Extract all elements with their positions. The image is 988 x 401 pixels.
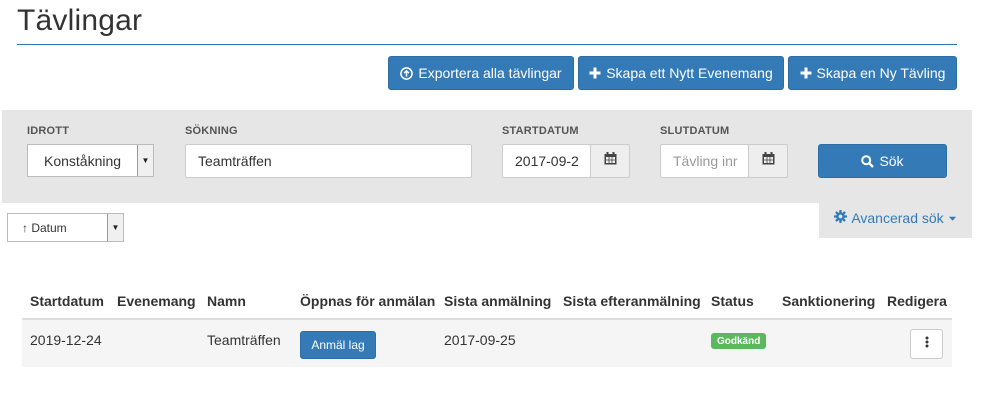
create-event-button[interactable]: Skapa ett Nytt Evenemang bbox=[578, 56, 784, 90]
sort-select[interactable]: ↑ Datum ▼ bbox=[7, 213, 124, 242]
chevron-down-icon: ▼ bbox=[137, 145, 153, 176]
chevron-down-icon: ▼ bbox=[107, 214, 123, 241]
row-startdatum: 2019-12-24 bbox=[30, 332, 102, 348]
register-team-button[interactable]: Anmäl lag bbox=[300, 331, 376, 359]
column-header-sista-efteranmalning: Sista efteranmälning bbox=[563, 293, 701, 309]
column-header-status: Status bbox=[711, 293, 754, 309]
search-button-label: Sök bbox=[879, 153, 904, 169]
sport-select[interactable]: Konståkning ▼ bbox=[27, 144, 154, 177]
upload-circle-icon bbox=[400, 66, 414, 80]
advanced-search-label: Avancerad sök bbox=[851, 210, 944, 226]
caret-down-icon bbox=[948, 210, 957, 226]
row-sista-anmalning: 2017-09-25 bbox=[444, 332, 516, 348]
column-header-sista-anmalning: Sista anmälning bbox=[444, 293, 552, 309]
start-date-label: STARTDATUM bbox=[502, 125, 579, 137]
search-icon bbox=[861, 154, 875, 168]
plus-icon bbox=[589, 67, 601, 79]
start-date-calendar-button[interactable] bbox=[590, 144, 630, 178]
create-competition-button[interactable]: Skapa en Ny Tävling bbox=[788, 56, 957, 90]
column-header-oppnas: Öppnas för anmälan bbox=[300, 293, 436, 309]
column-header-redigera: Redigera bbox=[887, 293, 947, 309]
advanced-search-toggle[interactable]: Avancerad sök bbox=[819, 198, 972, 238]
gear-icon bbox=[834, 210, 848, 226]
search-input[interactable]: Teamträffen bbox=[185, 144, 472, 178]
sort-select-value: ↑ Datum bbox=[22, 220, 67, 235]
row-namn: Teamträffen bbox=[207, 332, 281, 348]
end-date-input[interactable]: Tävling inr bbox=[660, 144, 749, 178]
export-all-label: Exportera alla tävlingar bbox=[418, 65, 562, 81]
plus-icon bbox=[800, 67, 812, 79]
create-event-label: Skapa ett Nytt Evenemang bbox=[606, 65, 773, 81]
column-header-evenemang: Evenemang bbox=[117, 293, 196, 309]
start-date-input[interactable]: 2017-09-2 bbox=[502, 144, 591, 178]
export-all-button[interactable]: Exportera alla tävlingar bbox=[388, 56, 574, 90]
end-date-label: SLUTDATUM bbox=[660, 125, 730, 137]
column-header-sanktionering: Sanktionering bbox=[782, 293, 876, 309]
calendar-icon bbox=[604, 152, 617, 170]
sport-select-value: Konståkning bbox=[44, 152, 122, 169]
end-date-calendar-button[interactable] bbox=[748, 144, 788, 178]
page-title: Tävlingar bbox=[17, 4, 143, 37]
vertical-ellipsis-icon bbox=[925, 335, 929, 353]
search-button[interactable]: Sök bbox=[818, 144, 947, 178]
search-label: SÖKNING bbox=[185, 125, 238, 137]
row-actions-button[interactable] bbox=[910, 329, 943, 359]
calendar-icon bbox=[762, 152, 775, 170]
column-header-namn: Namn bbox=[207, 293, 246, 309]
status-badge: Godkänd bbox=[711, 333, 767, 349]
create-competition-label: Skapa en Ny Tävling bbox=[816, 65, 946, 81]
title-divider bbox=[17, 44, 957, 45]
column-header-startdatum: Startdatum bbox=[30, 293, 104, 309]
sport-label: IDROTT bbox=[27, 125, 70, 137]
